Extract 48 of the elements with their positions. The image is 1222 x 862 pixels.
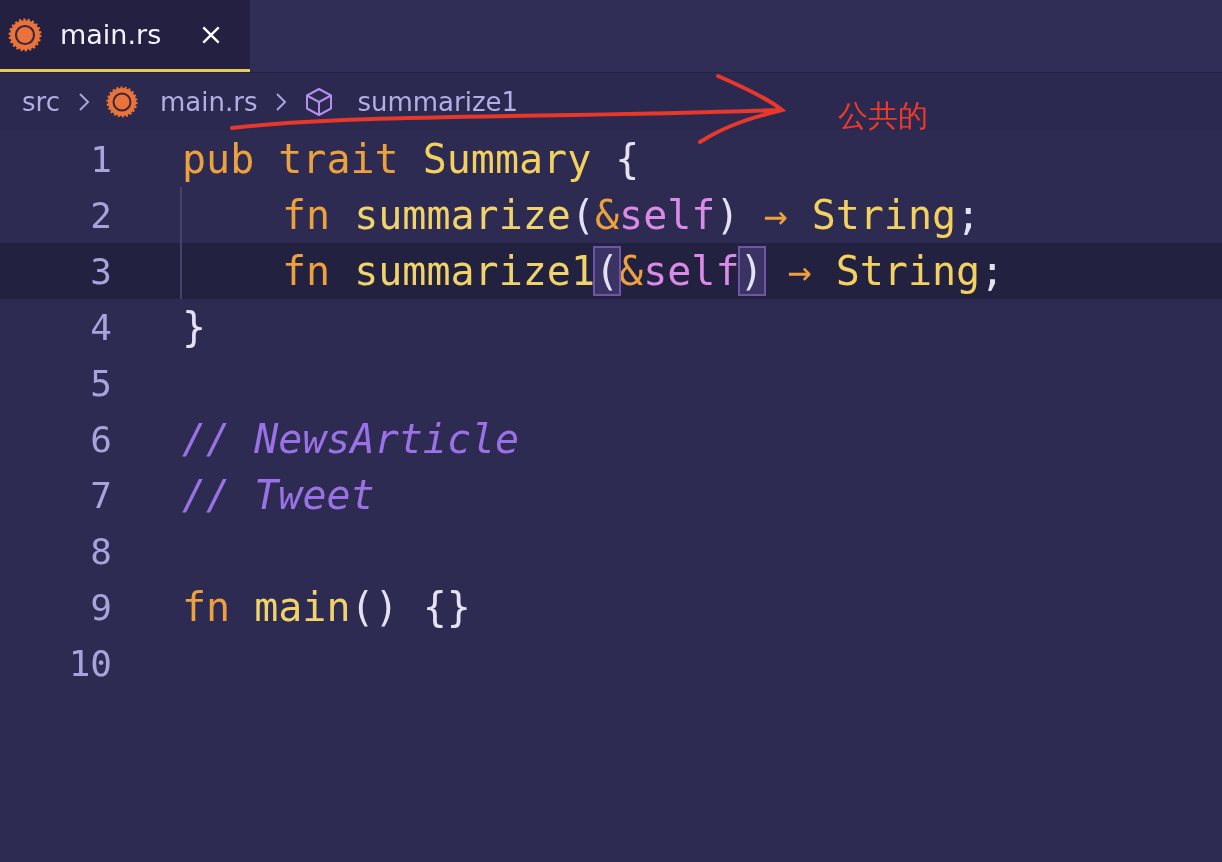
- line-number: 2: [89, 194, 112, 236]
- comment: // NewsArticle: [182, 416, 520, 462]
- punctuation: ): [739, 248, 764, 294]
- annotation-text: 公共的: [838, 97, 928, 135]
- line-number: 1: [89, 138, 112, 180]
- keyword-token: &: [619, 248, 644, 294]
- file-tab[interactable]: main.rs: [0, 0, 250, 72]
- keyword-token: fn: [282, 192, 331, 238]
- line-number: 9: [89, 586, 112, 628]
- line-number: 6: [89, 418, 112, 460]
- punctuation: ): [715, 192, 740, 238]
- function-name: summarize1: [354, 248, 595, 294]
- line-number: 5: [89, 362, 112, 404]
- function-name: main: [254, 584, 351, 630]
- keyword-token: trait: [278, 136, 399, 182]
- type-token: String: [835, 248, 981, 294]
- punctuation: (): [350, 584, 399, 630]
- keyword-token: →: [787, 248, 812, 294]
- line-number: 3: [89, 250, 112, 292]
- punctuation: ;: [980, 248, 1005, 294]
- punctuation: }: [182, 304, 207, 350]
- keyword-token: fn: [282, 248, 331, 294]
- line-number: 10: [67, 642, 112, 684]
- punctuation: {}: [422, 584, 471, 630]
- punctuation: (: [595, 248, 620, 294]
- punctuation: ;: [956, 192, 981, 238]
- gear-icon: [8, 17, 42, 52]
- type-token: String: [811, 192, 957, 238]
- line-number: 4: [89, 306, 112, 348]
- comment: // Tweet: [182, 472, 375, 518]
- self-token: self: [643, 248, 740, 294]
- punctuation: (: [570, 192, 595, 238]
- function-name: summarize: [354, 192, 571, 238]
- gear-icon: [105, 86, 138, 118]
- chevron-icon: [77, 92, 90, 112]
- breadcrumb-item[interactable]: src: [22, 87, 60, 117]
- keyword-token: &: [595, 192, 620, 238]
- line-number: 7: [89, 474, 112, 516]
- punctuation: {: [615, 136, 640, 182]
- line-number: 8: [89, 530, 112, 572]
- breadcrumb-item[interactable]: main.rs: [159, 87, 258, 117]
- chevron-icon: [275, 92, 288, 112]
- keyword-token: pub: [182, 136, 255, 182]
- keyword-token: fn: [182, 584, 231, 630]
- keyword-token: →: [763, 192, 788, 238]
- self-token: self: [619, 192, 716, 238]
- breadcrumb-item[interactable]: summarize1: [357, 87, 519, 117]
- type-token: Summary: [422, 136, 592, 182]
